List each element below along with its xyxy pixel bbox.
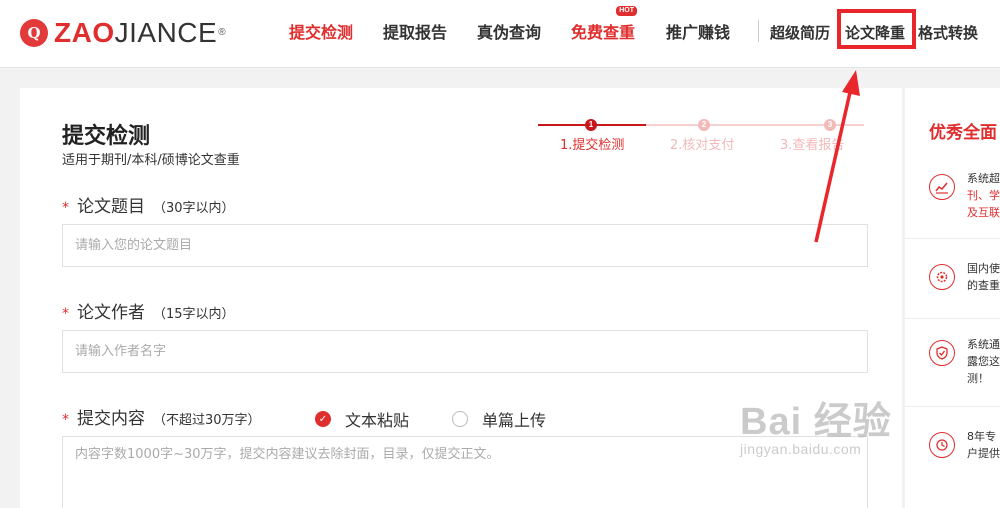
- side-text-line: 及互联: [967, 206, 1000, 219]
- clock-icon: [929, 432, 955, 458]
- side-text-line: 系统超: [967, 172, 1000, 185]
- paper-author-input[interactable]: [62, 330, 868, 373]
- side-panel-title: 优秀全面: [929, 123, 997, 143]
- radio-upload-file-label: 单篇上传: [482, 411, 547, 430]
- content-hint: （不超过30万字）: [153, 413, 261, 428]
- logo-registered-mark: ®: [218, 27, 227, 38]
- logo-wordmark: ZAOJIANCE®: [54, 18, 226, 48]
- radio-paste-text[interactable]: ✓ 文本粘贴: [315, 407, 409, 431]
- progress-steps: 1 2 3 1.提交检测 2.核对支付 3.查看报告: [538, 114, 864, 154]
- paper-author-hint: （15字以内）: [153, 307, 235, 322]
- required-mark: *: [62, 200, 69, 216]
- step-2-dot: 2: [698, 119, 710, 131]
- paper-title-hint: （30字以内）: [153, 201, 235, 216]
- nav-item-promote[interactable]: 推广赚钱: [666, 20, 730, 46]
- side-text-line: 露您这: [967, 355, 1000, 368]
- required-mark: *: [62, 306, 69, 322]
- side-text-line: 8年专: [967, 430, 996, 443]
- side-text-line: 测！: [967, 372, 989, 385]
- side-divider: [905, 238, 1000, 239]
- hot-badge: HOT: [616, 6, 638, 16]
- radio-upload-file[interactable]: 单篇上传: [452, 407, 546, 431]
- nav-divider: [758, 20, 759, 42]
- logo-brand-a: ZAO: [54, 17, 115, 48]
- paper-title-input[interactable]: [62, 224, 868, 267]
- site-logo[interactable]: Q ZAOJIANCE®: [20, 18, 226, 48]
- side-feature-text: 系统超 刊、学 及互联: [967, 170, 1000, 221]
- side-divider: [905, 318, 1000, 319]
- step-3-dot: 3: [824, 119, 836, 131]
- annotation-highlight-box: [837, 9, 916, 49]
- checked-radio-icon: ✓: [315, 411, 331, 427]
- side-feature-item: 系统通露您这测！: [929, 336, 1000, 396]
- step-1-dot: 1: [585, 119, 597, 131]
- nav-item-resume[interactable]: 超级简历: [770, 20, 830, 46]
- side-feature-item: 8年专户提供: [929, 428, 1000, 488]
- step-3-label: 3.查看报告: [780, 138, 845, 153]
- side-feature-item: 系统超 刊、学 及互联: [929, 170, 1000, 230]
- logo-brand-b: JIANCE: [114, 17, 218, 48]
- shield-icon: [929, 340, 955, 366]
- content-textarea[interactable]: [62, 436, 868, 508]
- paper-title-label-text: 论文题目: [77, 197, 145, 217]
- side-feature-text: 国内使 的查重: [967, 260, 1000, 294]
- radio-paste-text-label: 文本粘贴: [345, 411, 410, 430]
- side-feature-text: 系统通露您这测！: [967, 336, 1000, 387]
- page-subtitle: 适用于期刊/本科/硕博论文查重: [62, 153, 240, 168]
- step-2-label: 2.核对支付: [670, 138, 735, 153]
- features-side-panel: 优秀全面 系统超刊、学及互联 国内使的查重 系统通露您这测！ 8年专户提供: [905, 88, 1000, 508]
- chart-icon: [929, 174, 955, 200]
- side-text-line: 刊、学: [967, 189, 1000, 202]
- side-text-line: 户提供: [967, 447, 1000, 460]
- unchecked-radio-icon: [452, 411, 468, 427]
- side-feature-text: 8年专户提供: [967, 428, 1000, 462]
- submit-form-card: 提交检测 适用于期刊/本科/硕博论文查重 1 2 3 1.提交检测 2.核对支付…: [20, 88, 902, 508]
- paper-author-label: * 论文作者 （15字以内）: [62, 298, 235, 323]
- nav-item-submit[interactable]: 提交检测: [289, 20, 353, 46]
- nav-item-free-check-label: 免费查重: [571, 23, 636, 42]
- side-text-line: 系统通: [967, 338, 1000, 351]
- paper-title-label: * 论文题目 （30字以内）: [62, 192, 235, 217]
- nav-item-get-report[interactable]: 提取报告: [383, 20, 447, 46]
- content-label: * 提交内容 （不超过30万字）: [62, 404, 261, 429]
- gear-icon: [929, 264, 955, 290]
- side-text-line: 的查重: [967, 279, 1000, 292]
- required-mark: *: [62, 412, 69, 428]
- logo-mark-icon: Q: [20, 19, 48, 47]
- side-feature-item: 国内使 的查重: [929, 260, 1000, 320]
- side-text-line: 国内使: [967, 262, 1000, 275]
- nav-item-verify[interactable]: 真伪查询: [477, 20, 541, 46]
- paper-author-label-text: 论文作者: [77, 303, 145, 323]
- content-label-text: 提交内容: [77, 409, 145, 429]
- nav-item-free-check[interactable]: 免费查重 HOT: [571, 6, 638, 46]
- nav-item-format[interactable]: 格式转换: [918, 20, 978, 46]
- step-1-label: 1.提交检测: [560, 138, 625, 153]
- page-title: 提交检测: [62, 124, 151, 149]
- side-divider: [905, 406, 1000, 407]
